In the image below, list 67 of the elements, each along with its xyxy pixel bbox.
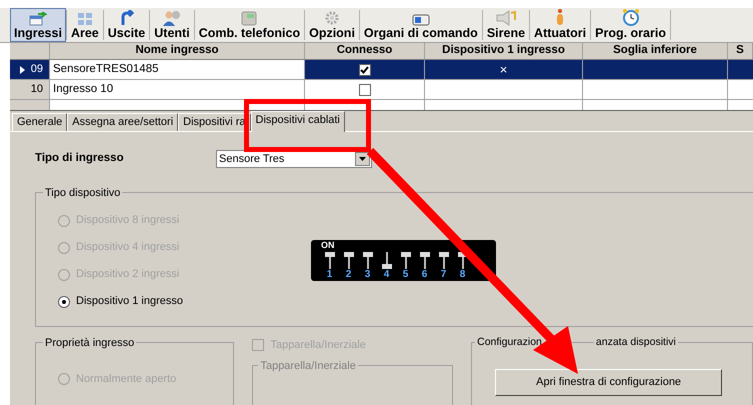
column-header[interactable]: S xyxy=(728,43,753,59)
row-header[interactable]: 09 xyxy=(10,60,50,79)
table-cell[interactable] xyxy=(728,60,753,79)
toolbar-button[interactable]: Prog. orario xyxy=(591,8,670,42)
toolbar-button[interactable]: Attuatori xyxy=(530,8,590,42)
table-cell[interactable] xyxy=(728,80,753,99)
group-title: Tipo dispositivo xyxy=(43,185,122,202)
checkbox[interactable] xyxy=(358,84,370,96)
tab[interactable]: Generale xyxy=(12,113,68,131)
window-icon xyxy=(28,9,47,26)
toolbar-button[interactable]: Utenti xyxy=(150,8,194,42)
table-cell[interactable] xyxy=(425,80,583,99)
switch-lever-icon[interactable] xyxy=(362,252,374,269)
switch-number: 8 xyxy=(460,269,466,280)
table-cell[interactable] xyxy=(583,80,728,99)
table-cell[interactable] xyxy=(305,60,425,79)
alarm-clock-icon xyxy=(622,8,640,26)
switch-number: 6 xyxy=(422,269,428,280)
switch-lever-icon[interactable] xyxy=(380,252,392,269)
table-cell[interactable]: × xyxy=(425,60,583,79)
toolbar-button[interactable]: Aree xyxy=(66,8,103,42)
row-pointer-icon xyxy=(20,66,25,74)
toolbar-button[interactable]: Opzioni xyxy=(305,8,359,42)
switch-number: 2 xyxy=(346,269,352,280)
toolbar-button[interactable]: Ingressi xyxy=(10,8,66,42)
switch-number: 5 xyxy=(402,269,408,280)
switch-number: 3 xyxy=(364,269,370,280)
column-header[interactable]: Connesso xyxy=(305,43,425,59)
table-cell[interactable]: SensoreTRES01485 xyxy=(50,60,305,79)
column-header[interactable]: Nome ingresso xyxy=(50,43,305,59)
radio-label: Dispositivo 1 ingresso xyxy=(76,294,183,310)
toolbar-button[interactable]: Organi di comando xyxy=(360,8,482,42)
switch-lever-icon[interactable] xyxy=(438,252,450,269)
radio-button[interactable] xyxy=(58,296,70,308)
toolbar-button[interactable]: Sirene xyxy=(482,8,530,42)
group-title: Tapparella/Inerziale xyxy=(258,358,358,374)
switch-lever-icon[interactable] xyxy=(342,252,354,269)
table-cell[interactable] xyxy=(425,100,583,110)
table-cell[interactable]: Ingresso 10 xyxy=(50,80,305,99)
column-header[interactable]: Dispositivo 1 ingresso xyxy=(425,43,583,59)
on-label: ON xyxy=(321,239,334,252)
toolbar-button[interactable]: Comb. telefonico xyxy=(194,8,304,42)
tab[interactable]: Dispositivi cablati xyxy=(250,111,345,132)
switch-lever-icon[interactable] xyxy=(418,252,430,269)
row-number: 10 xyxy=(30,82,43,98)
tab[interactable]: Assegna aree/settori xyxy=(67,113,178,131)
checkbox[interactable] xyxy=(358,64,370,76)
table-cell[interactable] xyxy=(583,60,728,79)
table-cell[interactable] xyxy=(583,100,728,110)
column-header[interactable]: Soglia inferiore xyxy=(583,43,728,59)
field-label: Tipo di ingresso xyxy=(35,151,125,166)
switch-lever-icon[interactable] xyxy=(400,252,412,269)
row-number: 09 xyxy=(30,62,43,78)
arrow-icon xyxy=(120,9,134,26)
table-cell[interactable] xyxy=(305,80,425,99)
users-icon xyxy=(162,9,182,26)
switch-lever-icon[interactable] xyxy=(324,252,336,269)
open-configuration-button[interactable]: Apri finestra di configurazione xyxy=(495,369,722,396)
switch-lever-icon[interactable] xyxy=(456,252,468,269)
toolbar-button[interactable]: Uscite xyxy=(104,8,150,42)
table-cell[interactable] xyxy=(728,100,753,110)
group-title: Proprietà ingresso xyxy=(43,335,136,352)
switch-number: 4 xyxy=(384,269,390,280)
switch-number: 1 xyxy=(326,269,332,280)
switch-number: 7 xyxy=(440,269,446,280)
hand-icon xyxy=(555,8,566,26)
dropdown[interactable]: Sensore Tres xyxy=(216,150,372,168)
